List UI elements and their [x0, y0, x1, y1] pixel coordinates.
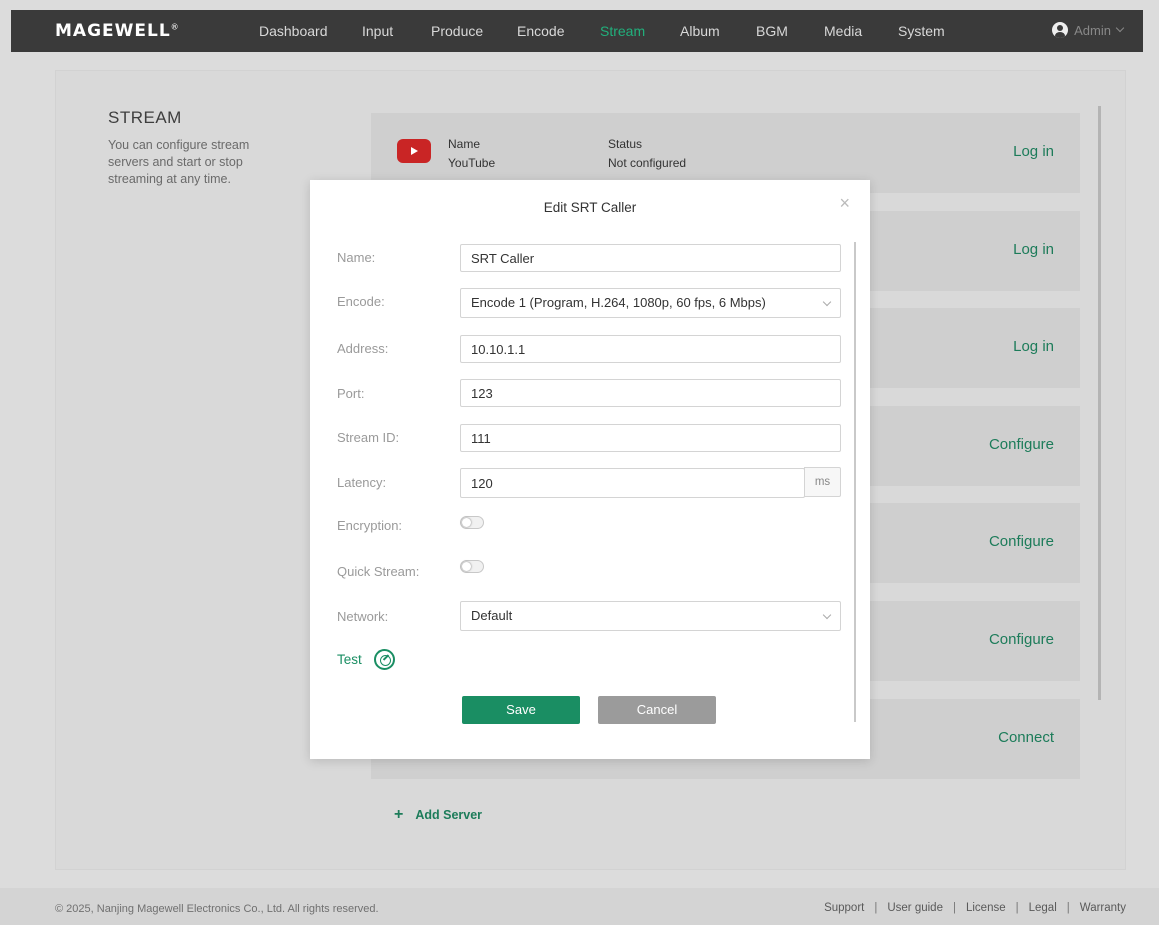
network-select[interactable]: Default [460, 601, 841, 631]
latency-label: Latency: [337, 475, 387, 490]
server-status-column: Status Not configured [608, 135, 686, 173]
test-label: Test [337, 652, 362, 667]
latency-unit: ms [804, 467, 841, 497]
close-icon[interactable]: × [839, 194, 850, 212]
save-button[interactable]: Save [462, 696, 580, 724]
quick-stream-toggle[interactable] [460, 560, 484, 573]
footer-link-support[interactable]: Support [824, 902, 864, 914]
nav-media[interactable]: Media [824, 23, 862, 39]
nav-album[interactable]: Album [680, 23, 720, 39]
nav-input[interactable]: Input [362, 23, 393, 39]
footer-link-license[interactable]: License [966, 902, 1006, 914]
quick-stream-label: Quick Stream: [337, 564, 420, 579]
network-label: Network: [337, 609, 389, 624]
server-connect-button[interactable]: Connect [998, 729, 1054, 746]
chevron-down-icon [822, 610, 832, 620]
footer-separator: | [1015, 902, 1019, 914]
add-server-button[interactable]: + Add Server [394, 806, 482, 824]
chevron-down-icon [822, 297, 832, 307]
youtube-icon [397, 139, 431, 163]
copyright-text: © 2025, Nanjing Magewell Electronics Co.… [55, 903, 379, 915]
latency-input[interactable] [460, 468, 805, 498]
user-menu[interactable]: Admin [1052, 22, 1125, 38]
footer-links: Support | User guide | License | Legal |… [824, 902, 1126, 914]
footer: © 2025, Nanjing Magewell Electronics Co.… [0, 888, 1159, 925]
server-configure-button[interactable]: Configure [989, 436, 1054, 453]
address-input[interactable] [460, 335, 841, 363]
footer-separator: | [874, 902, 878, 914]
nav-dashboard[interactable]: Dashboard [259, 23, 328, 39]
encode-label: Encode: [337, 294, 385, 309]
magewell-logo[interactable]: MAGEWELL® [55, 21, 180, 41]
nav-produce[interactable]: Produce [431, 23, 483, 39]
edit-srt-caller-dialog: Edit SRT Caller × Name: Encode: Encode 1… [310, 180, 870, 759]
footer-separator: | [1066, 902, 1070, 914]
chevron-down-icon [1115, 23, 1125, 33]
speed-gauge-icon [373, 649, 395, 670]
server-login-button[interactable]: Log in [1013, 338, 1054, 355]
dialog-title: Edit SRT Caller [543, 200, 637, 215]
encode-select[interactable]: Encode 1 (Program, H.264, 1080p, 60 fps,… [460, 288, 841, 318]
server-configure-button[interactable]: Configure [989, 631, 1054, 648]
nav-system[interactable]: System [898, 23, 945, 39]
server-configure-button[interactable]: Configure [989, 533, 1054, 550]
cancel-button[interactable]: Cancel [598, 696, 716, 724]
section-title: STREAM [108, 108, 182, 127]
name-input[interactable] [460, 244, 841, 272]
user-name: Admin [1074, 22, 1111, 38]
latency-field: ms [460, 467, 841, 498]
footer-link-warranty[interactable]: Warranty [1080, 902, 1126, 914]
port-label: Port: [337, 386, 365, 401]
add-server-label: Add Server [415, 808, 483, 822]
nav-stream[interactable]: Stream [600, 23, 645, 39]
server-login-button[interactable]: Log in [1013, 241, 1054, 258]
server-name-column: Name YouTube [448, 135, 495, 173]
server-status: Not configured [608, 156, 687, 170]
page-scrollbar[interactable] [1098, 106, 1101, 700]
nav-bgm[interactable]: BGM [756, 23, 788, 39]
footer-link-user-guide[interactable]: User guide [887, 902, 943, 914]
name-header: Name [448, 137, 481, 151]
encryption-toggle[interactable] [460, 516, 484, 529]
test-button[interactable]: Test [337, 649, 395, 670]
brand-registered-mark: ® [170, 22, 180, 32]
encode-selected-value: Encode 1 (Program, H.264, 1080p, 60 fps,… [471, 295, 766, 310]
status-header: Status [608, 137, 643, 151]
network-selected-value: Default [471, 608, 513, 623]
brand-name: MAGEWELL [55, 21, 171, 41]
dialog-scrollbar[interactable] [854, 242, 856, 722]
server-login-button[interactable]: Log in [1013, 143, 1054, 160]
top-navigation-bar: MAGEWELL® Dashboard Input Produce Encode… [11, 10, 1143, 52]
stream-id-label: Stream ID: [337, 430, 400, 445]
footer-separator: | [952, 902, 956, 914]
plus-icon: + [394, 806, 404, 823]
stream-id-input[interactable] [460, 424, 841, 452]
port-input[interactable] [460, 379, 841, 407]
server-name: YouTube [448, 156, 496, 170]
footer-link-legal[interactable]: Legal [1029, 902, 1057, 914]
nav-encode[interactable]: Encode [517, 23, 564, 39]
user-avatar-icon [1052, 22, 1069, 38]
name-label: Name: [337, 250, 376, 265]
section-description: You can configure stream servers and sta… [108, 138, 250, 186]
encryption-label: Encryption: [337, 518, 403, 533]
address-label: Address: [337, 341, 389, 356]
